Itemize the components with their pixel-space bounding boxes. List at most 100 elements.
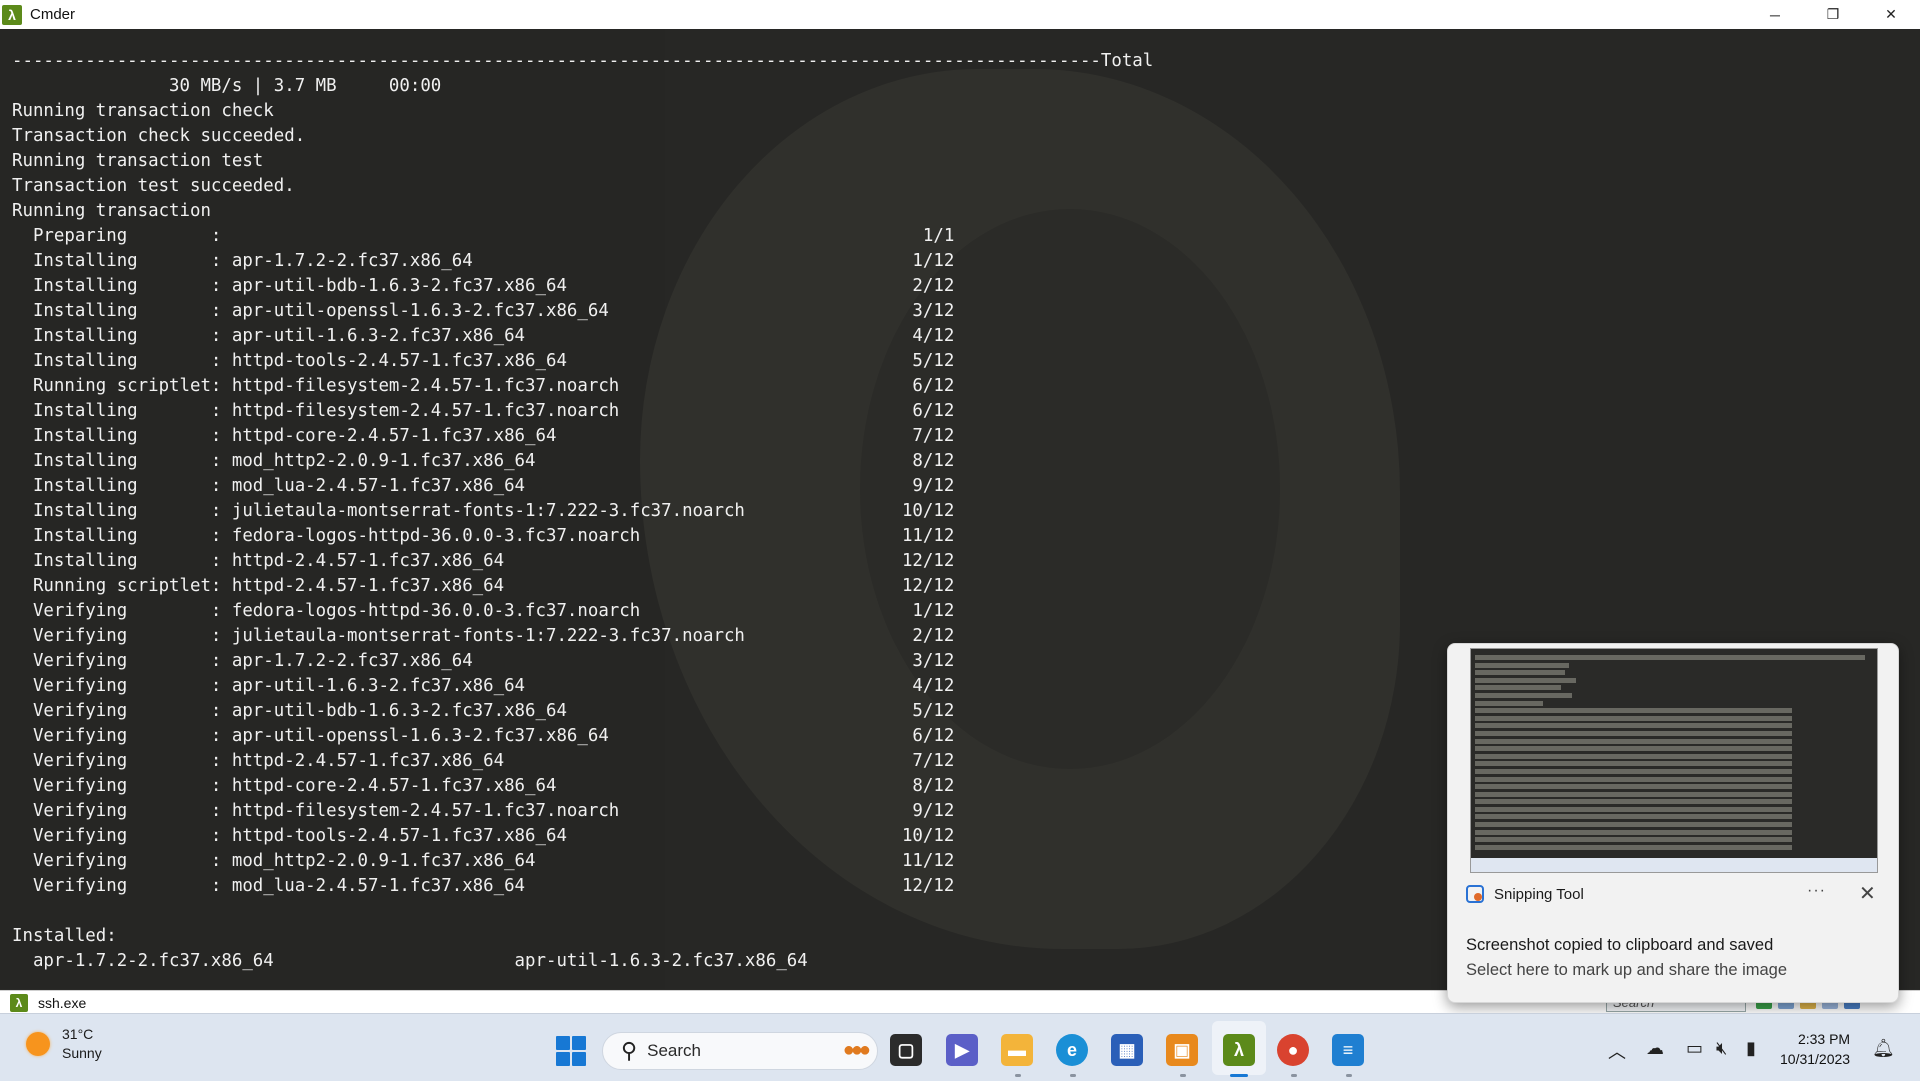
thumbnail-line — [1475, 700, 1544, 706]
terminal-line: Installed: — [12, 926, 117, 946]
remote-desktop-icon[interactable]: ▣ — [1166, 1034, 1198, 1066]
thumbnail-line — [1475, 708, 1792, 714]
thumbnail-line — [1475, 776, 1792, 782]
toast-app-name: Snipping Tool — [1494, 885, 1584, 903]
terminal-line: Installing : fedora-logos-httpd-36.0.0-3… — [12, 526, 955, 546]
thumbnail-line — [1475, 784, 1792, 790]
thumbnail-line — [1475, 715, 1792, 721]
chevron-up-icon[interactable]: ︿ — [1608, 1038, 1626, 1064]
terminal-line: Verifying : fedora-logos-httpd-36.0.0-3.… — [12, 601, 955, 621]
thumbnail-line — [1475, 677, 1576, 683]
task-view-icon[interactable]: ▢ — [890, 1034, 922, 1066]
network-icon[interactable]: ▭ — [1686, 1038, 1703, 1059]
snipping-tool-notification[interactable]: Snipping Tool ··· ✕ Screenshot copied to… — [1447, 643, 1899, 1003]
chrome-running-dot — [1291, 1074, 1297, 1077]
terminal-line: Verifying : httpd-tools-2.4.57-1.fc37.x8… — [12, 826, 955, 846]
minimize-button[interactable]: ─ — [1746, 0, 1804, 29]
close-button[interactable]: ✕ — [1862, 0, 1920, 29]
terminal-line: Running transaction check — [12, 101, 274, 121]
console-tab-ssh[interactable]: ssh.exe — [38, 995, 86, 1011]
sun-icon — [26, 1032, 50, 1056]
thumbnail-line — [1475, 799, 1792, 805]
terminal-line: Running scriptlet: httpd-2.4.57-1.fc37.x… — [12, 576, 955, 596]
edge-running-dot — [1070, 1074, 1076, 1077]
terminal-line: Installing : apr-util-openssl-1.6.3-2.fc… — [12, 301, 955, 321]
thumbnail-line — [1475, 753, 1792, 759]
window-controls: ─ ❐ ✕ — [1746, 0, 1920, 29]
thumbnail-line — [1475, 662, 1569, 668]
terminal-line: Running scriptlet: httpd-filesystem-2.4.… — [12, 376, 955, 396]
windows-logo-icon — [556, 1036, 570, 1050]
toast-header: Snipping Tool — [1466, 885, 1584, 903]
start-button[interactable] — [556, 1036, 586, 1066]
terminal-line: Transaction check succeeded. — [12, 126, 306, 146]
thumbnail-line — [1475, 723, 1792, 729]
terminal-line: apr-1.7.2-2.fc37.x86_64 apr-util-1.6.3-2… — [12, 951, 808, 971]
clock-time: 2:33 PM — [1797, 1031, 1851, 1047]
notepad-running-dot — [1346, 1074, 1352, 1077]
thumbnail-line — [1475, 692, 1573, 698]
terminal-line: Verifying : httpd-filesystem-2.4.57-1.fc… — [12, 801, 955, 821]
taskbar-search-label: Search — [647, 1041, 701, 1060]
terminal-line: 30 MB/s | 3.7 MB 00:00 — [12, 76, 442, 96]
thumbnail-line — [1475, 730, 1792, 736]
edge-browser-icon[interactable]: e — [1056, 1034, 1088, 1066]
terminal-line: Verifying : mod_http2-2.0.9-1.fc37.x86_6… — [12, 851, 955, 871]
thumbnail-taskbar — [1471, 858, 1877, 872]
terminal-line: Verifying : apr-util-1.6.3-2.fc37.x86_64… — [12, 676, 955, 696]
thumbnail-line — [1475, 685, 1562, 691]
thumbnail-line — [1475, 822, 1792, 828]
speaker-muted-icon[interactable]: 🔇︎ — [1716, 1038, 1727, 1059]
chrome-icon[interactable]: ● — [1277, 1034, 1309, 1066]
screenshot-thumbnail[interactable] — [1470, 648, 1878, 873]
battery-icon[interactable]: ▮ — [1746, 1038, 1756, 1059]
window-title: Cmder — [30, 6, 76, 23]
thumbnail-line — [1475, 837, 1792, 843]
toast-body: Select here to mark up and share the ima… — [1466, 961, 1788, 979]
terminal-line: Verifying : apr-util-bdb-1.6.3-2.fc37.x8… — [12, 701, 955, 721]
weather-widget[interactable]: 31°C Sunny — [26, 1025, 102, 1063]
search-icon: ⚲ — [621, 1038, 638, 1063]
teams-chat-icon[interactable]: ▶ — [946, 1034, 978, 1066]
terminal-line: Verifying : mod_lua-2.4.57-1.fc37.x86_64… — [12, 876, 955, 896]
cmder-taskbar-icon[interactable]: λ — [1223, 1034, 1255, 1066]
toast-close-button[interactable]: ✕ — [1859, 881, 1876, 906]
terminal-line: Installing : httpd-filesystem-2.4.57-1.f… — [12, 401, 955, 421]
terminal-line: Preparing : 1/1 — [12, 226, 955, 246]
thumbnail-line — [1475, 655, 1865, 660]
terminal-line: Transaction test succeeded. — [12, 176, 295, 196]
thumbnail-line — [1475, 768, 1792, 774]
cmder-active-indicator — [1230, 1074, 1248, 1077]
cmder-lambda-icon: λ — [2, 4, 22, 25]
restore-button[interactable]: ❐ — [1804, 0, 1862, 29]
terminal-line: Verifying : httpd-core-2.4.57-1.fc37.x86… — [12, 776, 955, 796]
microsoft-store-icon[interactable]: ▦ — [1111, 1034, 1143, 1066]
terminal-line: Installing : httpd-tools-2.4.57-1.fc37.x… — [12, 351, 955, 371]
terminal-output: ----------------------------------------… — [12, 49, 1153, 974]
weather-text: 31°C Sunny — [62, 1025, 102, 1063]
cmder-tab-icon: λ — [10, 993, 28, 1012]
taskbar: 31°C Sunny ⚲ Search ●●● ▢ ▶ ▬ e ▦ ▣ λ ● … — [0, 1013, 1920, 1081]
thumbnail-line — [1475, 761, 1792, 767]
more-options-icon[interactable]: ··· — [1807, 882, 1826, 900]
terminal-line: Verifying : apr-util-openssl-1.6.3-2.fc3… — [12, 726, 955, 746]
terminal-line: Verifying : httpd-2.4.57-1.fc37.x86_64 7… — [12, 751, 955, 771]
file-explorer-icon[interactable]: ▬ — [1001, 1034, 1033, 1066]
thumbnail-line — [1475, 806, 1792, 812]
terminal-line: Running transaction test — [12, 151, 264, 171]
terminal-line: Running transaction — [12, 201, 211, 221]
halloween-search-highlight-icon: ●●● — [842, 1039, 871, 1061]
window-titlebar: λ Cmder ─ ❐ ✕ — [0, 0, 1920, 30]
taskbar-search[interactable]: ⚲ Search ●●● — [602, 1032, 878, 1070]
onedrive-cloud-icon[interactable]: ☁ — [1646, 1038, 1664, 1059]
thumbnail-line — [1475, 746, 1792, 752]
terminal-line: Installing : httpd-2.4.57-1.fc37.x86_64 … — [12, 551, 955, 571]
system-clock[interactable]: 2:33 PM 10/31/2023 — [1780, 1029, 1850, 1069]
weather-temp: 31°C — [62, 1026, 94, 1042]
notification-bell-icon[interactable]: 🔔︎ — [1872, 1038, 1895, 1059]
thumbnail-line — [1475, 791, 1792, 797]
remote-desktop-running-dot — [1180, 1074, 1186, 1077]
notepad-icon[interactable]: ≡ — [1332, 1034, 1364, 1066]
terminal-line: Installing : julietaula-montserrat-fonts… — [12, 501, 955, 521]
